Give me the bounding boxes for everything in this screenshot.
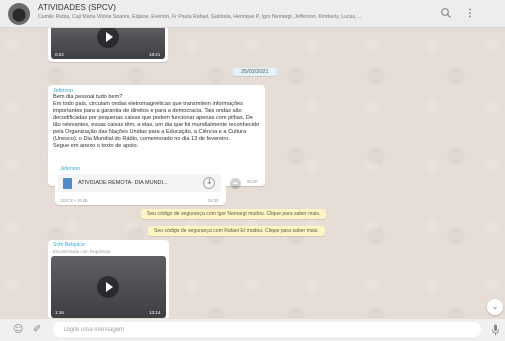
video-time: 13:14 (149, 310, 161, 315)
video-duration: 1:16 (55, 310, 64, 315)
microphone-icon[interactable] (491, 324, 500, 336)
paperclip-icon[interactable]: ✐ (33, 324, 41, 335)
play-icon[interactable] (97, 276, 119, 298)
chat-header[interactable]: ATIVIDADES (SPCV) Camile Rubia, Caji Mar… (0, 0, 505, 28)
play-icon[interactable] (97, 28, 119, 48)
scroll-down-button[interactable]: ⌄ (487, 299, 503, 315)
document-meta: DOCX • 18 kB (61, 198, 88, 203)
message-sender[interactable]: Jeferson (60, 166, 80, 172)
group-avatar[interactable] (8, 3, 30, 25)
video-thumbnail[interactable]: 1:16 13:14 (51, 256, 166, 318)
system-message[interactable]: Seu código de segurança com Rafael Et mu… (148, 226, 325, 236)
forwarded-label: Encaminhada com frequência (53, 249, 110, 254)
document-filename[interactable]: ATIVIDADE REMOTA- DIA MUNDI... (78, 180, 168, 186)
document-attachment[interactable]: ATIVIDADE REMOTA- DIA MUNDI... (58, 174, 221, 192)
group-title[interactable]: ATIVIDADES (SPCV) (38, 3, 116, 12)
message-time: 08:30 (208, 198, 219, 203)
video-thumbnail[interactable]: 0:22 19:21 (51, 28, 165, 59)
video-time: 19:21 (149, 52, 161, 57)
video-message[interactable]: Scfe Belquice Encaminhada com frequência… (48, 240, 169, 318)
video-message[interactable]: 0:22 19:21 (48, 28, 168, 62)
group-members[interactable]: Camile Rubia, Caji Maria Vitória Soares,… (38, 14, 448, 20)
chat-area[interactable]: 0:22 19:21 25/02/2021 Jeferson Bem dia p… (0, 28, 505, 318)
message-time: 08:30 (247, 179, 258, 184)
system-message[interactable]: Seu código de segurança com Igor Nemargi… (141, 209, 327, 219)
document-icon (63, 178, 72, 189)
message-input[interactable] (53, 322, 481, 337)
message-text: Bem dia pessoal tudo bem? Em todo país, … (53, 94, 260, 149)
message-composer: ☺ ✐ (0, 319, 505, 341)
kebab-menu-icon[interactable] (464, 7, 476, 19)
date-separator: 25/02/2021 (233, 68, 277, 76)
forward-icon[interactable]: ➦ (230, 178, 241, 189)
download-icon[interactable] (203, 177, 215, 189)
message-sender[interactable]: Scfe Belquice (53, 242, 85, 248)
video-duration: 0:22 (55, 52, 64, 57)
emoji-icon[interactable]: ☺ (13, 324, 23, 335)
search-icon[interactable] (440, 7, 452, 19)
